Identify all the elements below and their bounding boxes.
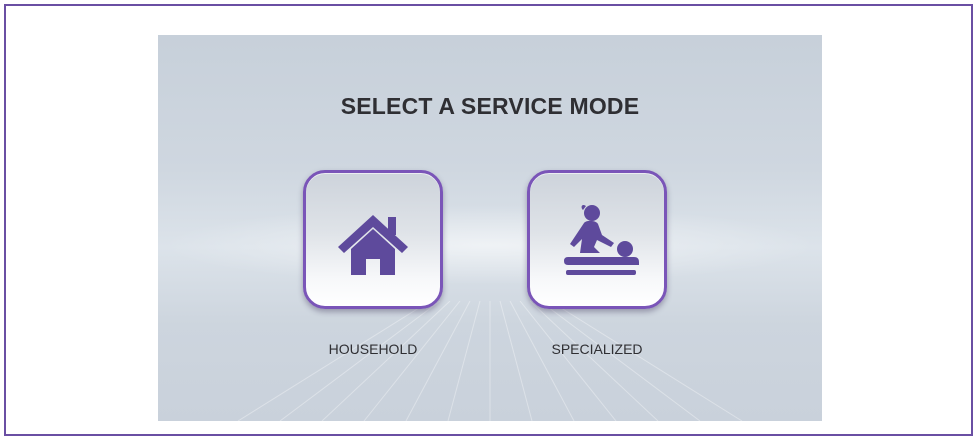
massage-icon (564, 204, 639, 275)
floor-grid-decoration (237, 301, 743, 421)
specialized-mode-button[interactable] (527, 170, 667, 309)
household-label: HOUSEHOLD (328, 341, 418, 357)
house-icon (338, 215, 408, 275)
specialized-label: SPECIALIZED (551, 341, 643, 357)
page-title: SELECT A SERVICE MODE (340, 93, 640, 119)
service-mode-screen: SELECT A SERVICE MODE HOUSEHOLD SPECIALI… (158, 35, 822, 421)
household-mode-button[interactable] (303, 170, 443, 309)
outer-frame: SELECT A SERVICE MODE HOUSEHOLD SPECIALI… (4, 4, 973, 436)
background-glow (158, 205, 822, 285)
